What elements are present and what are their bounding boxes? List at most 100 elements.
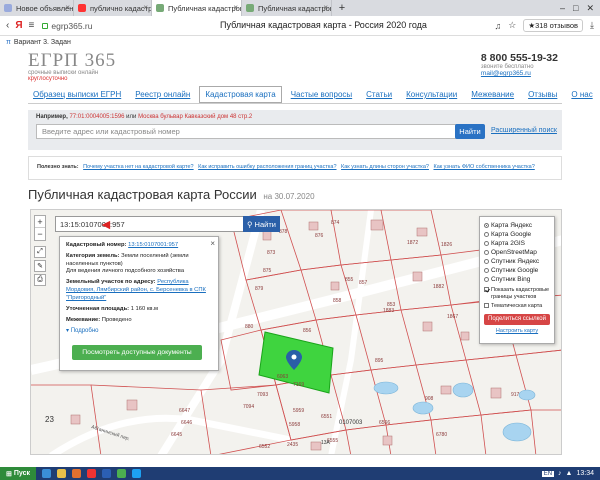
bookmarks-bar: π Вариант 3. Задан bbox=[0, 36, 600, 48]
show-borders-option[interactable]: Показать кадастровые границы участков bbox=[484, 287, 550, 300]
start-button[interactable]: ⊞ Пуск bbox=[0, 467, 37, 480]
download-icon[interactable]: ⤓ bbox=[590, 20, 594, 31]
example-number[interactable]: 77:01:0004005:1596 bbox=[69, 114, 124, 120]
nav-registry[interactable]: Реестр онлайн bbox=[130, 87, 195, 102]
zoom-in-button[interactable]: + bbox=[35, 216, 45, 228]
close-tab-icon[interactable]: × bbox=[65, 3, 70, 12]
useful-link[interactable]: Как узнать ФИО собственника участка? bbox=[433, 164, 534, 170]
layer-osm[interactable]: OpenStreetMap bbox=[484, 248, 550, 257]
system-tray: EN ♪ ▲ 13:34 bbox=[541, 470, 600, 477]
main-navigation: Образец выписки ЕГРН Реестр онлайн Кадас… bbox=[28, 86, 593, 104]
tab-3[interactable]: Публичная кадастровая к × bbox=[152, 0, 242, 16]
map-heading-date: на 30.07.2020 bbox=[263, 192, 315, 201]
menu-icon[interactable]: ≡ bbox=[29, 20, 35, 31]
useful-link[interactable]: Почему участка нет на кадастровой карте? bbox=[83, 164, 193, 170]
nav-faq[interactable]: Частые вопросы bbox=[286, 87, 357, 102]
bookmark-icon[interactable]: ☆ bbox=[508, 20, 516, 31]
reviews-badge[interactable]: ★318 отзывов bbox=[523, 19, 584, 32]
yandex-favicon-icon bbox=[78, 4, 86, 12]
close-icon[interactable]: × bbox=[210, 239, 215, 250]
nav-cadastral-map[interactable]: Кадастровая карта bbox=[199, 86, 282, 103]
nav-surveying[interactable]: Межевание bbox=[466, 87, 519, 102]
parcel-label: 874 bbox=[331, 220, 340, 226]
print-icon[interactable]: ⎙ bbox=[34, 274, 46, 286]
tab-4[interactable]: Публичная кадастровая к × bbox=[242, 0, 332, 16]
close-tab-icon[interactable]: × bbox=[323, 3, 328, 12]
parcel-label: 895 bbox=[375, 358, 384, 364]
map-settings-link[interactable]: Настроить карту bbox=[484, 328, 550, 334]
media-icon[interactable] bbox=[72, 469, 82, 478]
chrome-icon[interactable] bbox=[117, 469, 127, 478]
volume-icon[interactable]: ♪ bbox=[558, 470, 562, 477]
layer-label: Карта 2GIS bbox=[491, 240, 526, 247]
zoom-out-button[interactable]: − bbox=[35, 228, 45, 240]
yandex-logo-icon[interactable]: Я bbox=[15, 20, 22, 31]
nav-articles[interactable]: Статьи bbox=[361, 87, 397, 102]
tab-1[interactable]: Новое объявление — Обя × bbox=[0, 0, 74, 16]
useful-link[interactable]: Как узнать длины сторон участка? bbox=[341, 164, 429, 170]
folder-icon[interactable] bbox=[57, 469, 67, 478]
close-tab-icon[interactable]: × bbox=[143, 3, 148, 12]
clock[interactable]: 13:34 bbox=[576, 470, 594, 477]
bookmark-pi-icon: π bbox=[6, 38, 11, 46]
cad-number-value[interactable]: 13:15:0107001:957 bbox=[128, 242, 178, 248]
details-link[interactable]: ▾ Подробно bbox=[66, 327, 212, 335]
layer-label: Карта Яндекс bbox=[491, 222, 533, 229]
fullscreen-icon[interactable]: ⤢ bbox=[34, 246, 46, 258]
nav-sample-extract[interactable]: Образец выписки ЕГРН bbox=[28, 87, 126, 102]
yandex-browser-icon[interactable] bbox=[87, 469, 97, 478]
layer-yandex-map[interactable]: Карта Яндекс bbox=[484, 221, 550, 230]
maximize-icon[interactable]: □ bbox=[573, 3, 578, 13]
search-input[interactable]: Введите адрес или кадастровый номер bbox=[36, 124, 476, 139]
layer-label: Карта Google bbox=[491, 231, 532, 238]
view-documents-button[interactable]: Посмотреть доступные документы bbox=[72, 345, 202, 360]
network-icon[interactable]: ▲ bbox=[566, 470, 573, 477]
headphones-icon[interactable]: ♫ bbox=[495, 21, 502, 31]
skype-icon[interactable] bbox=[132, 469, 142, 478]
word-icon[interactable] bbox=[102, 469, 112, 478]
thematic-map-option[interactable]: Тематическая карта bbox=[484, 303, 550, 310]
map-heading-title: Публичная кадастровая карта России bbox=[28, 187, 257, 202]
layer-yandex-satellite[interactable]: Спутник Яндекс bbox=[484, 257, 550, 266]
advanced-search-link[interactable]: Расширенный поиск bbox=[491, 127, 557, 134]
close-window-icon[interactable]: ✕ bbox=[586, 3, 594, 14]
parcel-label: 7169 bbox=[293, 382, 304, 388]
minimize-icon[interactable]: – bbox=[560, 3, 565, 13]
url-field[interactable]: egrp365.ru bbox=[42, 21, 93, 31]
details-label: Подробно bbox=[70, 328, 99, 335]
share-link-button[interactable]: Поделиться ссылкой bbox=[484, 313, 550, 325]
map-layers-panel: Карта Яндекс Карта Google Карта 2GIS Ope… bbox=[479, 216, 555, 344]
nav-consultations[interactable]: Консультации bbox=[401, 87, 462, 102]
tab-label: Публичная кадастровая к bbox=[168, 3, 241, 13]
cadastral-map[interactable]: 878 876 873 875 879 880 856 857 855 858 … bbox=[30, 209, 562, 455]
nav-reviews[interactable]: Отзывы bbox=[523, 87, 562, 102]
example-address[interactable]: Москва бульвар Кавказский дом 48 стр.2 bbox=[138, 114, 252, 120]
nav-about[interactable]: О нас bbox=[566, 87, 597, 102]
layer-google-map[interactable]: Карта Google bbox=[484, 230, 550, 239]
area-value: 1 160 кв.м bbox=[130, 305, 159, 312]
bookmark-item[interactable]: Вариант 3. Задан bbox=[14, 39, 71, 46]
back-icon[interactable]: ‹ bbox=[6, 20, 9, 31]
email-link[interactable]: mail@egrp365.ru bbox=[481, 70, 558, 77]
close-tab-icon[interactable]: × bbox=[233, 3, 238, 12]
language-indicator[interactable]: EN bbox=[541, 470, 555, 477]
ie-icon[interactable] bbox=[42, 469, 52, 478]
ruler-icon[interactable]: ✎ bbox=[34, 260, 46, 272]
radio-icon bbox=[484, 268, 489, 273]
useful-link[interactable]: Как исправить ошибку расположения границ… bbox=[198, 164, 336, 170]
find-button[interactable]: Найти bbox=[455, 124, 485, 139]
phone-number: 8 800 555-19-32 bbox=[480, 52, 558, 64]
new-tab-button[interactable]: + bbox=[334, 0, 350, 16]
map-search-input[interactable]: 13:15:0107001:957 bbox=[55, 216, 273, 232]
parcel-label: 2435 bbox=[287, 442, 298, 448]
map-find-button[interactable]: ⚲ Найти bbox=[243, 216, 280, 232]
land-use-value: Для ведения личного подсобного хозяйства bbox=[66, 268, 185, 275]
logo-text: ЕГРП 365 bbox=[28, 50, 117, 71]
search-example: Например, 77:01:0004005:1596 или Москва … bbox=[36, 114, 252, 120]
layer-2gis-map[interactable]: Карта 2GIS bbox=[484, 239, 550, 248]
tab-2[interactable]: публично кадастровая ка × bbox=[74, 0, 152, 16]
layer-bing-satellite[interactable]: Спутник Bing bbox=[484, 275, 550, 284]
layer-label: OpenStreetMap bbox=[491, 249, 537, 256]
site-logo[interactable]: ЕГРП 365 срочные выписки онлайн круглосу… bbox=[28, 50, 116, 82]
layer-google-satellite[interactable]: Спутник Google bbox=[484, 266, 550, 275]
